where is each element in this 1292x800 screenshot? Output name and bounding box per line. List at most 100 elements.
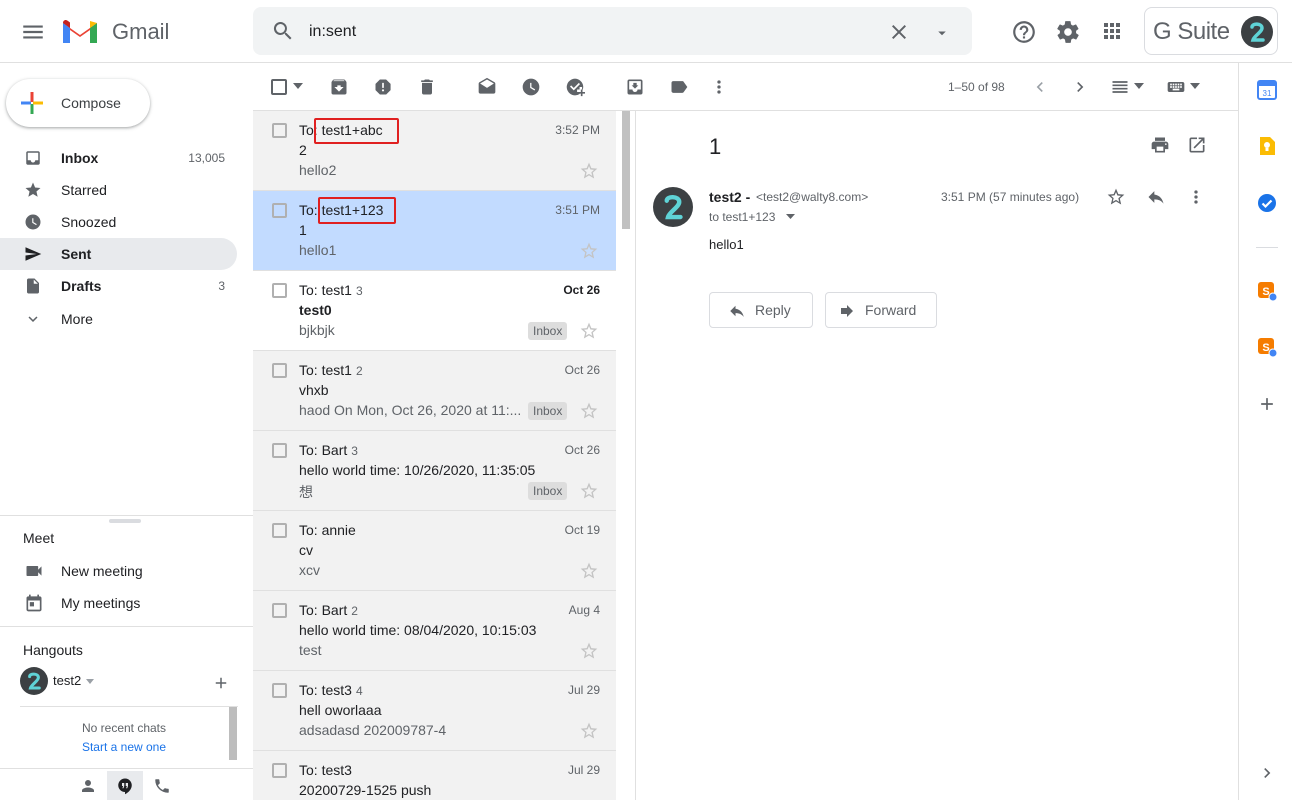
search-input[interactable] xyxy=(309,21,869,43)
search-options-dropdown-icon[interactable] xyxy=(933,24,951,42)
select-all-checkbox[interactable] xyxy=(271,79,287,95)
chevron-right-icon[interactable] xyxy=(1257,763,1277,783)
help-icon[interactable] xyxy=(1011,19,1037,45)
label-badge[interactable]: Inbox xyxy=(528,322,568,340)
row-checkbox[interactable] xyxy=(272,123,287,138)
google-tasks-icon[interactable] xyxy=(1257,193,1277,213)
meet-my-meetings[interactable]: My meetings xyxy=(0,588,253,618)
google-calendar-icon[interactable]: 31 xyxy=(1257,80,1277,100)
row-subject: hell oworlaaa xyxy=(299,702,382,718)
main-menu-icon[interactable] xyxy=(20,19,46,45)
chevron-left-icon[interactable] xyxy=(1030,77,1050,97)
archive-icon[interactable] xyxy=(329,77,349,97)
row-checkbox[interactable] xyxy=(272,283,287,298)
split-pane-dropdown-icon[interactable] xyxy=(1134,83,1144,89)
move-to-icon[interactable] xyxy=(625,77,645,97)
more-vert-icon[interactable] xyxy=(709,77,729,97)
keyboard-icon[interactable] xyxy=(1166,77,1186,97)
snooze-icon[interactable] xyxy=(521,77,541,97)
split-pane-toggle-icon[interactable] xyxy=(1110,77,1130,97)
row-checkbox[interactable] xyxy=(272,603,287,618)
star-icon[interactable] xyxy=(579,561,599,581)
row-checkbox[interactable] xyxy=(272,683,287,698)
email-row[interactable]: To: test3 4 Jul 29 hell oworlaaa adsadasd 20… xyxy=(253,671,616,751)
phone-tab[interactable] xyxy=(144,771,180,800)
mark-as-read-icon[interactable] xyxy=(477,77,497,97)
hangouts-user-name[interactable]: test2 xyxy=(53,673,81,688)
message-subject: 1 xyxy=(709,134,722,159)
star-icon[interactable] xyxy=(579,641,599,661)
apps-grid-icon[interactable] xyxy=(1100,19,1124,43)
forward-button[interactable]: Forward xyxy=(825,292,937,328)
label-badge[interactable]: Inbox xyxy=(528,482,568,500)
sidebar-item-snoozed[interactable]: Snoozed xyxy=(0,206,237,238)
hangouts-section-title: Hangouts xyxy=(23,642,83,658)
google-keep-icon[interactable] xyxy=(1257,136,1277,156)
hangouts-tab[interactable] xyxy=(107,771,143,800)
email-row[interactable]: To: test1 2 Oct 26 vhxb haod On Mon, Oct 26,… xyxy=(253,351,616,431)
addon-icon[interactable]: S xyxy=(1257,281,1277,301)
add-to-tasks-icon[interactable] xyxy=(565,77,585,97)
star-icon[interactable] xyxy=(579,321,599,341)
avatar[interactable] xyxy=(20,667,48,695)
compose-button[interactable]: Compose xyxy=(6,79,150,127)
sidebar-item-sent[interactable]: Sent xyxy=(0,238,237,270)
reply-icon[interactable] xyxy=(1146,187,1166,207)
sender-name[interactable]: test2 - xyxy=(709,189,750,205)
reply-button[interactable]: Reply xyxy=(709,292,813,328)
contacts-tab[interactable] xyxy=(70,771,106,800)
get-addons-plus-icon[interactable] xyxy=(1257,394,1277,414)
meet-new-meeting[interactable]: New meeting xyxy=(0,556,253,586)
email-row[interactable]: To: test1 3 Oct 26 test0 bjkbjk Inbox xyxy=(253,271,616,351)
row-checkbox[interactable] xyxy=(272,363,287,378)
label-icon[interactable] xyxy=(669,77,689,97)
report-spam-icon[interactable] xyxy=(373,77,393,97)
more-vert-icon[interactable] xyxy=(1186,187,1206,207)
star-icon[interactable] xyxy=(1106,187,1126,207)
gear-icon[interactable] xyxy=(1055,19,1081,45)
delete-icon[interactable] xyxy=(417,77,437,97)
input-tools-dropdown-icon[interactable] xyxy=(1190,83,1200,89)
label-badge[interactable]: Inbox xyxy=(528,402,568,420)
scrollbar[interactable] xyxy=(229,707,237,760)
email-row[interactable]: To: test3 Jul 29 20200729-1525 push xyxy=(253,751,616,800)
print-icon[interactable] xyxy=(1150,135,1170,155)
star-icon[interactable] xyxy=(579,161,599,181)
star-icon[interactable] xyxy=(579,241,599,261)
search-icon[interactable] xyxy=(271,19,295,43)
row-checkbox[interactable] xyxy=(272,523,287,538)
add-icon[interactable] xyxy=(212,674,230,692)
row-checkbox[interactable] xyxy=(272,443,287,458)
resize-handle[interactable] xyxy=(109,519,141,523)
sidebar-item-starred[interactable]: Starred xyxy=(0,174,237,206)
close-icon[interactable] xyxy=(887,20,911,44)
sidebar-item-drafts[interactable]: Drafts 3 xyxy=(0,270,237,302)
email-row[interactable]: To: test1+abc 3:52 PM 2 hello2 xyxy=(253,111,616,191)
sidebar-item-more[interactable]: More xyxy=(0,303,237,335)
email-row[interactable]: To: test1+123 3:51 PM 1 hello1 xyxy=(253,191,616,271)
row-recipient: To: test1 2 xyxy=(299,362,363,378)
gmail-logo-icon[interactable] xyxy=(61,17,99,45)
star-icon[interactable] xyxy=(579,481,599,501)
select-dropdown-icon[interactable] xyxy=(293,83,303,89)
star-icon[interactable] xyxy=(579,721,599,741)
email-row[interactable]: To: Bart 3 Oct 26 hello world time: 10/26/2… xyxy=(253,431,616,511)
chevron-right-icon[interactable] xyxy=(1070,77,1090,97)
sidebar-item-inbox[interactable]: Inbox 13,005 xyxy=(0,142,237,174)
email-row[interactable]: To: annie Oct 19 cv xcv xyxy=(253,511,616,591)
avatar[interactable] xyxy=(1241,16,1273,48)
clock-icon xyxy=(24,213,42,231)
row-checkbox[interactable] xyxy=(272,763,287,778)
email-row[interactable]: To: Bart 2 Aug 4 hello world time: 08/04/20… xyxy=(253,591,616,671)
star-icon[interactable] xyxy=(579,401,599,421)
scrollbar[interactable] xyxy=(622,111,630,229)
open-in-new-window-icon[interactable] xyxy=(1187,135,1207,155)
account-switcher[interactable]: G Suite xyxy=(1144,7,1278,55)
show-details-icon[interactable] xyxy=(786,214,795,219)
start-new-chat-link[interactable]: Start a new one xyxy=(20,740,228,754)
caret-down-icon[interactable] xyxy=(86,679,94,684)
list-toolbar: 1–50 of 98 xyxy=(253,63,1238,111)
avatar[interactable] xyxy=(653,187,693,227)
row-checkbox[interactable] xyxy=(272,203,287,218)
addon-icon[interactable]: S xyxy=(1257,337,1277,357)
